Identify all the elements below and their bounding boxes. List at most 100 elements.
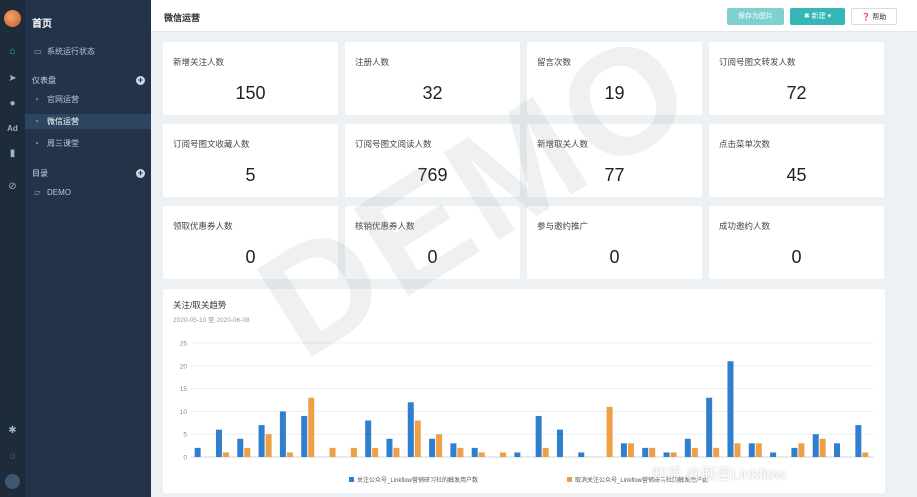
legend-swatch — [567, 477, 572, 482]
stat-card[interactable]: 参与邀约推广 0 — [527, 206, 702, 279]
help-button-label: 帮助 — [872, 14, 887, 21]
gear-icon: ✱ — [803, 13, 812, 20]
stat-label: 订阅号图文收藏人数 — [173, 139, 250, 149]
page-title: 微信运营 — [164, 13, 201, 23]
stat-label: 留言次数 — [537, 57, 572, 67]
unfollow-bar — [286, 452, 293, 457]
stat-value: 72 — [786, 83, 807, 103]
follow-bar — [812, 434, 819, 457]
stat-value: 32 — [422, 83, 443, 103]
follow-bar — [407, 402, 414, 457]
stat-value: 769 — [417, 165, 448, 185]
new-button-label: 新建 — [811, 13, 826, 20]
unfollow-bar — [265, 434, 272, 457]
stat-card[interactable]: 注册人数 32 — [345, 42, 520, 115]
follow-bar — [215, 429, 222, 457]
follow-bar — [471, 447, 478, 457]
unfollow-bar — [734, 443, 741, 457]
follow-bar — [556, 429, 563, 457]
follow-bar — [748, 443, 755, 457]
stat-card[interactable]: 点击菜单次数 45 — [709, 124, 884, 197]
bar-chart-icon[interactable]: ▮ — [0, 148, 25, 160]
follow-bar — [194, 447, 201, 457]
new-button[interactable]: ✱ 新建 ▾ — [790, 8, 845, 25]
sidebar-item-wednesday-class[interactable]: ◔ 周三课堂 — [25, 136, 151, 151]
avatar[interactable] — [5, 474, 20, 489]
stat-value: 77 — [604, 165, 625, 185]
sidebar-item-demo[interactable]: ▱ DEMO — [25, 185, 151, 200]
stat-card[interactable]: 订阅号图文阅读人数 769 — [345, 124, 520, 197]
stat-label: 成功邀约人数 — [719, 221, 771, 231]
unfollow-bar — [862, 452, 869, 457]
follow-bar — [642, 447, 649, 457]
chat-icon[interactable]: ◌ — [0, 451, 25, 463]
stat-card[interactable]: 核销优惠券人数 0 — [345, 206, 520, 279]
stat-label: 新增取关人数 — [537, 139, 589, 149]
ad-icon[interactable]: Ad — [0, 123, 25, 135]
send-icon[interactable]: ➤ — [0, 73, 25, 85]
unfollow-bar — [819, 438, 826, 457]
unfollow-bar — [798, 443, 805, 457]
sidebar-home-title[interactable]: 首页 — [32, 15, 52, 30]
unfollow-bar — [436, 434, 443, 457]
stat-card[interactable]: 新增关注人数 150 — [163, 42, 338, 115]
stat-value: 45 — [786, 165, 807, 185]
follow-bar — [301, 415, 308, 457]
help-button[interactable]: ❓ 帮助 — [851, 8, 897, 25]
sidebar-section-catalog: 目录 — [32, 169, 48, 178]
stat-label: 参与邀约推广 — [537, 221, 589, 231]
gauge-icon: ◔ — [34, 95, 39, 104]
sidebar-item-label: 官网运营 — [47, 95, 79, 104]
link-icon[interactable]: ⊘ — [0, 181, 25, 193]
stat-value: 0 — [791, 247, 802, 267]
top-bar: 微信运营 保存为图片 ✱ 新建 ▾ ❓ 帮助 — [151, 0, 917, 32]
add-dashboard-button[interactable]: + — [136, 76, 145, 85]
follow-bar — [279, 411, 286, 457]
sidebar-item-wechat-ops[interactable]: ◔ 微信运营 — [25, 114, 151, 129]
sidebar-item-website-ops[interactable]: ◔ 官网运营 — [25, 92, 151, 107]
unfollow-bar — [627, 443, 634, 457]
stat-card[interactable]: 成功邀约人数 0 — [709, 206, 884, 279]
unfollow-bar — [500, 452, 507, 457]
stat-value: 0 — [609, 247, 620, 267]
stat-label: 注册人数 — [355, 57, 390, 67]
add-catalog-button[interactable]: + — [136, 169, 145, 178]
follow-bar — [791, 447, 798, 457]
stat-card[interactable]: 订阅号图文收藏人数 5 — [163, 124, 338, 197]
stat-card[interactable]: 留言次数 19 — [527, 42, 702, 115]
unfollow-bar — [393, 447, 400, 457]
unfollow-bar — [606, 406, 613, 457]
user-icon[interactable]: ● — [0, 98, 25, 110]
legend-label: 关注公众号_Linkflow营销研习社的触发用户数 — [357, 476, 478, 484]
stat-label: 订阅号图文转发人数 — [719, 57, 796, 67]
sidebar-item-label: 系统运行状态 — [47, 47, 95, 56]
stat-card[interactable]: 新增取关人数 77 — [527, 124, 702, 197]
follow-bar — [855, 425, 862, 457]
follow-bar — [258, 425, 265, 457]
sidebar-item-label: 微信运营 — [47, 117, 79, 126]
follow-bar — [365, 420, 372, 457]
y-tick-label: 5 — [183, 432, 187, 439]
unfollow-bar — [649, 447, 656, 457]
home-icon[interactable]: ⌂ — [0, 46, 25, 58]
save-as-image-button[interactable]: 保存为图片 — [727, 8, 784, 25]
sidebar-item-system-status[interactable]: ▭ 系统运行状态 — [25, 44, 151, 59]
unfollow-bar — [457, 447, 464, 457]
unfollow-bar — [372, 447, 379, 457]
sidebar: 首页 ▭ 系统运行状态 仪表盘 + ◔ 官网运营 ◔ 微信运营 ◔ 周三课堂 目录 + … — [25, 0, 151, 497]
icon-rail: ⌂ ➤ ● Ad ▮ ⊘ ✱ ◌ — [0, 0, 25, 497]
stat-label: 领取优惠券人数 — [173, 221, 233, 231]
stat-card[interactable]: 领取优惠券人数 0 — [163, 206, 338, 279]
follow-bar — [578, 452, 585, 457]
brand-logo-icon[interactable] — [4, 10, 21, 27]
chevron-down-icon: ▾ — [825, 13, 832, 20]
settings-icon[interactable]: ✱ — [0, 425, 25, 437]
stat-label: 点击菜单次数 — [719, 139, 771, 149]
source-watermark: 知乎 @联否Linkflow — [652, 466, 786, 483]
unfollow-bar — [670, 452, 677, 457]
stat-card[interactable]: 订阅号图文转发人数 72 — [709, 42, 884, 115]
stat-value: 19 — [604, 83, 625, 103]
y-tick-label: 0 — [183, 455, 187, 462]
folder-icon: ▱ — [34, 188, 41, 197]
y-tick-label: 20 — [180, 363, 188, 370]
